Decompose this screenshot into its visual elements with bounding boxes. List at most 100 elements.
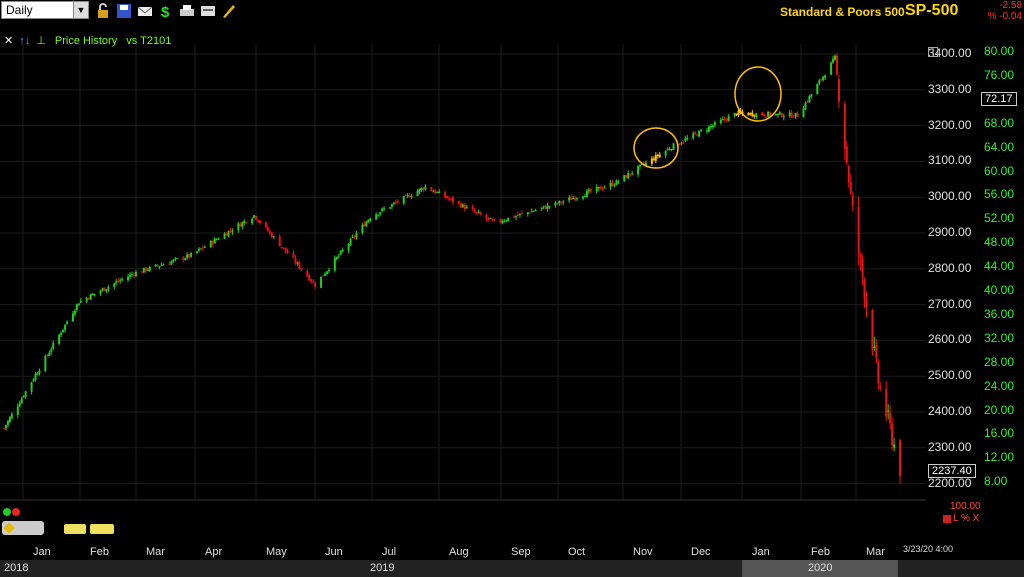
lower-panel-value: 100.00 <box>950 501 981 512</box>
candle-body <box>341 249 344 252</box>
indicator-tick: 52.00 <box>984 211 1015 226</box>
candle-body <box>747 112 750 116</box>
year-label: 2018 <box>4 562 29 574</box>
candle-body <box>264 222 267 227</box>
candle-body <box>837 79 840 102</box>
candle-body <box>530 211 533 213</box>
lower-panel-color-icon[interactable] <box>943 515 951 523</box>
candle-body <box>347 243 350 251</box>
candle-body <box>322 275 325 277</box>
status-light-green-icon[interactable] <box>3 508 11 516</box>
candle-body <box>899 440 901 477</box>
candle-body <box>392 202 395 204</box>
candle-body <box>816 84 819 95</box>
candle-body <box>113 283 116 287</box>
candle-body <box>706 130 709 132</box>
candle-body <box>863 279 866 300</box>
year-label: 2019 <box>370 562 395 574</box>
candle-body <box>767 111 770 117</box>
candle-body <box>448 198 451 200</box>
candle-body <box>24 391 27 397</box>
lock-icon[interactable] <box>95 3 111 19</box>
status-light-red-icon[interactable] <box>12 508 20 516</box>
settings-icon[interactable] <box>928 47 938 57</box>
price-chart[interactable] <box>0 44 1024 544</box>
date-stamp: 3/23/20 4:00 <box>903 544 954 554</box>
candle-body <box>144 267 147 272</box>
candle-body <box>556 203 559 205</box>
candle-body <box>505 220 508 222</box>
candle-body <box>8 417 11 422</box>
candle-body <box>77 303 80 306</box>
month-label: Jul <box>382 546 397 558</box>
candle-body <box>251 218 254 224</box>
tool-button-2[interactable] <box>90 524 114 534</box>
tool-button-1[interactable] <box>64 524 86 534</box>
candle-body <box>140 271 143 273</box>
candle-body <box>463 204 466 209</box>
candle-body <box>404 194 407 196</box>
candle-body <box>422 188 425 190</box>
candle-body <box>753 115 756 117</box>
candle-body <box>217 239 220 241</box>
candle-body <box>473 210 476 212</box>
candle-body <box>654 154 657 161</box>
candle-body <box>761 112 764 116</box>
candle-body <box>822 76 825 81</box>
candle-body <box>475 211 478 213</box>
candle-body <box>156 265 159 267</box>
candle-body <box>424 186 427 190</box>
candle-body <box>408 195 411 198</box>
candle-body <box>323 273 326 276</box>
candle-body <box>296 262 299 264</box>
candle-body <box>477 212 480 214</box>
candle-body <box>188 254 191 258</box>
scroll-control[interactable] <box>2 521 44 535</box>
chevron-down-icon[interactable]: ▼ <box>73 2 88 18</box>
candle-body <box>733 112 736 116</box>
print-icon[interactable] <box>179 3 195 19</box>
dollar-icon[interactable]: $ <box>158 3 174 19</box>
month-label: Jan <box>752 546 770 558</box>
scroll-thumb-icon[interactable] <box>3 522 15 534</box>
mail-icon[interactable] <box>137 3 153 19</box>
indicator-tick: 44.00 <box>984 259 1015 274</box>
candle-body <box>434 190 437 194</box>
candle-body <box>36 373 39 376</box>
candle-body <box>10 413 13 419</box>
period-select[interactable]: Daily ▼ <box>1 1 89 19</box>
indicator-tick: 28.00 <box>984 354 1015 369</box>
candle-body <box>637 166 640 175</box>
candle-body <box>694 132 697 134</box>
candle-body <box>485 214 488 219</box>
month-label: Feb <box>811 546 830 558</box>
candle-body <box>394 202 397 204</box>
lower-panel-controls[interactable]: L % X <box>953 513 979 524</box>
candle-body <box>686 137 689 140</box>
candle-body <box>259 220 261 223</box>
symbol-ticker[interactable]: SP-500 <box>905 2 958 20</box>
candle-body <box>887 410 890 412</box>
candle-body <box>298 261 301 269</box>
candle-body <box>847 166 850 182</box>
candle-body <box>349 238 352 246</box>
candle-body <box>381 208 384 212</box>
candle-body <box>479 212 482 215</box>
pencil-icon[interactable] <box>221 3 237 19</box>
price-tick: 2800.00 <box>928 260 972 275</box>
candle-body <box>339 250 342 255</box>
candle-body <box>450 198 453 200</box>
candle-body <box>270 232 273 238</box>
save-icon[interactable] <box>116 3 132 19</box>
candle-body <box>597 186 600 189</box>
month-label: Jan <box>33 546 51 558</box>
candle-body <box>223 233 226 239</box>
month-label: Jun <box>325 546 343 558</box>
template-icon[interactable] <box>200 3 216 19</box>
candle-body <box>325 271 328 274</box>
candle-body <box>713 122 716 126</box>
month-label: Feb <box>90 546 109 558</box>
candle-body <box>562 201 565 203</box>
candle-body <box>46 355 49 357</box>
candle-body <box>388 207 391 209</box>
